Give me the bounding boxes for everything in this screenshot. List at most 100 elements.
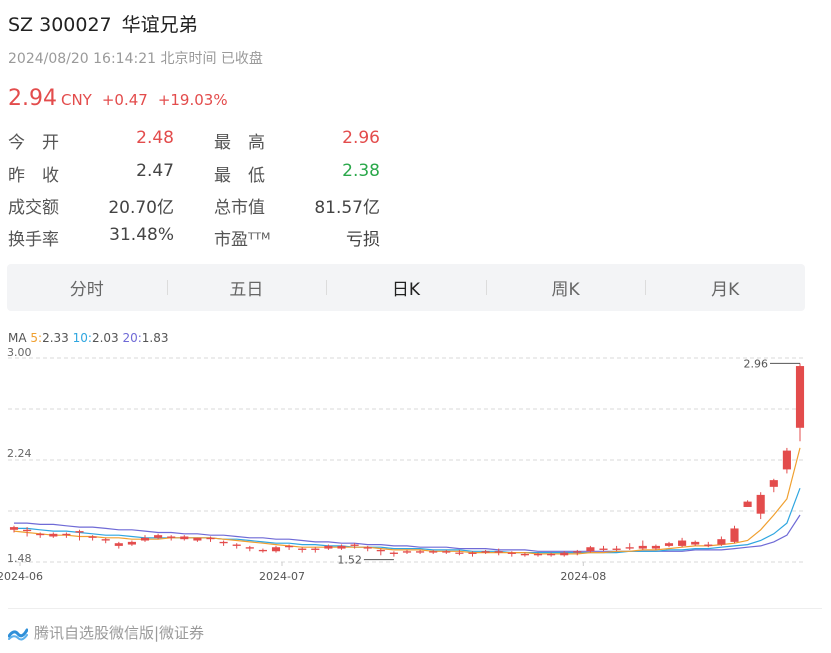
candle-body [232, 544, 241, 546]
candle-body [717, 539, 726, 545]
candle-body [481, 551, 490, 553]
candle-body [455, 552, 464, 554]
stat-label: 今 开 [8, 133, 59, 153]
stat-value: 20.70亿 [108, 198, 174, 218]
tab-five-day[interactable]: 五日 [166, 264, 327, 311]
ma10-key: 10: [72, 331, 92, 345]
stat-value: 2.38 [342, 161, 380, 181]
stat-label: 总市值 [214, 198, 265, 218]
high-marker-label: 2.96 [744, 357, 769, 370]
ma5-key: 5: [30, 331, 43, 345]
app-logo-icon [8, 628, 28, 640]
candle-body [730, 528, 739, 542]
candle-body [36, 533, 45, 536]
x-tick-label: 2024-07 [259, 570, 305, 583]
candle-body [468, 552, 477, 554]
candle-body [494, 551, 503, 553]
ma-legend: MA 5:2.33 10:2.03 20:1.83 [8, 331, 169, 345]
candle-body [560, 552, 569, 556]
tab-intraday[interactable]: 分时 [7, 264, 167, 311]
stock-code: SZ 300027 [8, 14, 112, 36]
x-tick-label: 2024-08 [560, 570, 606, 583]
candle-body [416, 551, 425, 553]
candle-body [258, 549, 267, 552]
candle-body [678, 540, 687, 546]
ma20-key: 20: [122, 331, 142, 345]
candle-body [49, 533, 58, 537]
price-change: +0.47 [101, 91, 148, 109]
candle-body [547, 553, 556, 556]
candle-body [376, 549, 385, 552]
candle-body [23, 529, 32, 532]
candle-body [691, 541, 700, 545]
candle-body [651, 545, 660, 549]
stat-prev-close: 昨 收 2.47 [8, 161, 174, 186]
candle-body [193, 537, 202, 541]
candle-body [324, 545, 333, 549]
tab-weekly-k[interactable]: 周K [485, 264, 646, 311]
chart-grid [8, 357, 806, 563]
candle-body [612, 548, 621, 550]
stat-value: 2.96 [342, 128, 380, 148]
ma20-value: 1.83 [141, 331, 169, 345]
candle-body [311, 548, 320, 550]
low-marker-label: 1.52 [337, 554, 362, 567]
candle-body [442, 551, 451, 553]
candle-body [638, 545, 647, 549]
candle-body [167, 536, 176, 538]
current-price: 2.94 [8, 86, 57, 111]
stat-label: 市盈ᵀᵀᴹ [214, 230, 271, 250]
price-row: 2.94 CNY +0.47 +19.03% [8, 86, 228, 111]
x-tick-label: 2024-06 [0, 570, 43, 583]
stat-label: 成交额 [8, 198, 59, 218]
candle-body [101, 539, 110, 541]
y-tick-label: 2.24 [7, 447, 32, 460]
y-tick-label: 3.00 [7, 346, 32, 359]
stat-pe-ttm: 市盈ᵀᵀᴹ 亏损 [214, 225, 380, 250]
candle-body [180, 536, 189, 540]
candle-body [127, 541, 136, 545]
stock-name: 华谊兄弟 [121, 14, 198, 36]
tab-monthly-k[interactable]: 月K [645, 264, 805, 311]
candle-body [350, 544, 359, 546]
candle-body [586, 547, 595, 552]
candle-body [664, 543, 674, 546]
candlestick-chart[interactable]: 3.00 2.24 1.48 2024-06 2024-07 2024-08 2.96 1.5… [0, 345, 831, 600]
stat-label: 换手率 [8, 230, 59, 250]
stock-header: SZ 300027 华谊兄弟 [8, 10, 198, 37]
candle-body [769, 480, 778, 487]
quote-timestamp: 2024/08/20 16:14:21 北京时间 已收盘 [8, 51, 263, 67]
candle-body [402, 551, 412, 553]
candle-body [245, 547, 254, 549]
ma5-value: 2.33 [42, 331, 69, 345]
chart-period-tabs: 分时 五日 日K 周K 月K [7, 264, 805, 311]
candle-body [507, 552, 516, 554]
candle-body [140, 537, 150, 541]
stat-label: 最 低 [214, 166, 265, 186]
stat-value: 2.47 [136, 161, 174, 181]
stat-value: 亏损 [346, 230, 380, 250]
divider [8, 608, 822, 609]
candle-body [743, 501, 752, 507]
stat-value: 2.48 [136, 128, 174, 148]
tab-daily-k[interactable]: 日K [326, 264, 486, 311]
candle-body [795, 366, 805, 428]
stat-market-cap: 总市值 81.57亿 [214, 193, 380, 218]
footer-text: 腾讯自选股微信版|微证券 [34, 624, 205, 642]
candle-body [219, 541, 228, 544]
candle-body [704, 544, 713, 546]
candle-body [62, 533, 71, 536]
ma-label: MA [8, 331, 27, 345]
candle-body [285, 545, 294, 548]
y-tick-label: 1.48 [7, 552, 32, 565]
stat-open: 今 开 2.48 [8, 128, 174, 153]
candle-body [271, 547, 281, 552]
price-change-percent: +19.03% [157, 91, 228, 109]
candle-body [533, 553, 543, 556]
candle-body [298, 548, 307, 550]
candle-body [75, 531, 84, 533]
candle-body [782, 450, 791, 470]
footer: 腾讯自选股微信版|微证券 [8, 622, 204, 643]
stat-low: 最 低 2.38 [214, 161, 380, 186]
stat-turnover-amount: 成交额 20.70亿 [8, 193, 174, 218]
